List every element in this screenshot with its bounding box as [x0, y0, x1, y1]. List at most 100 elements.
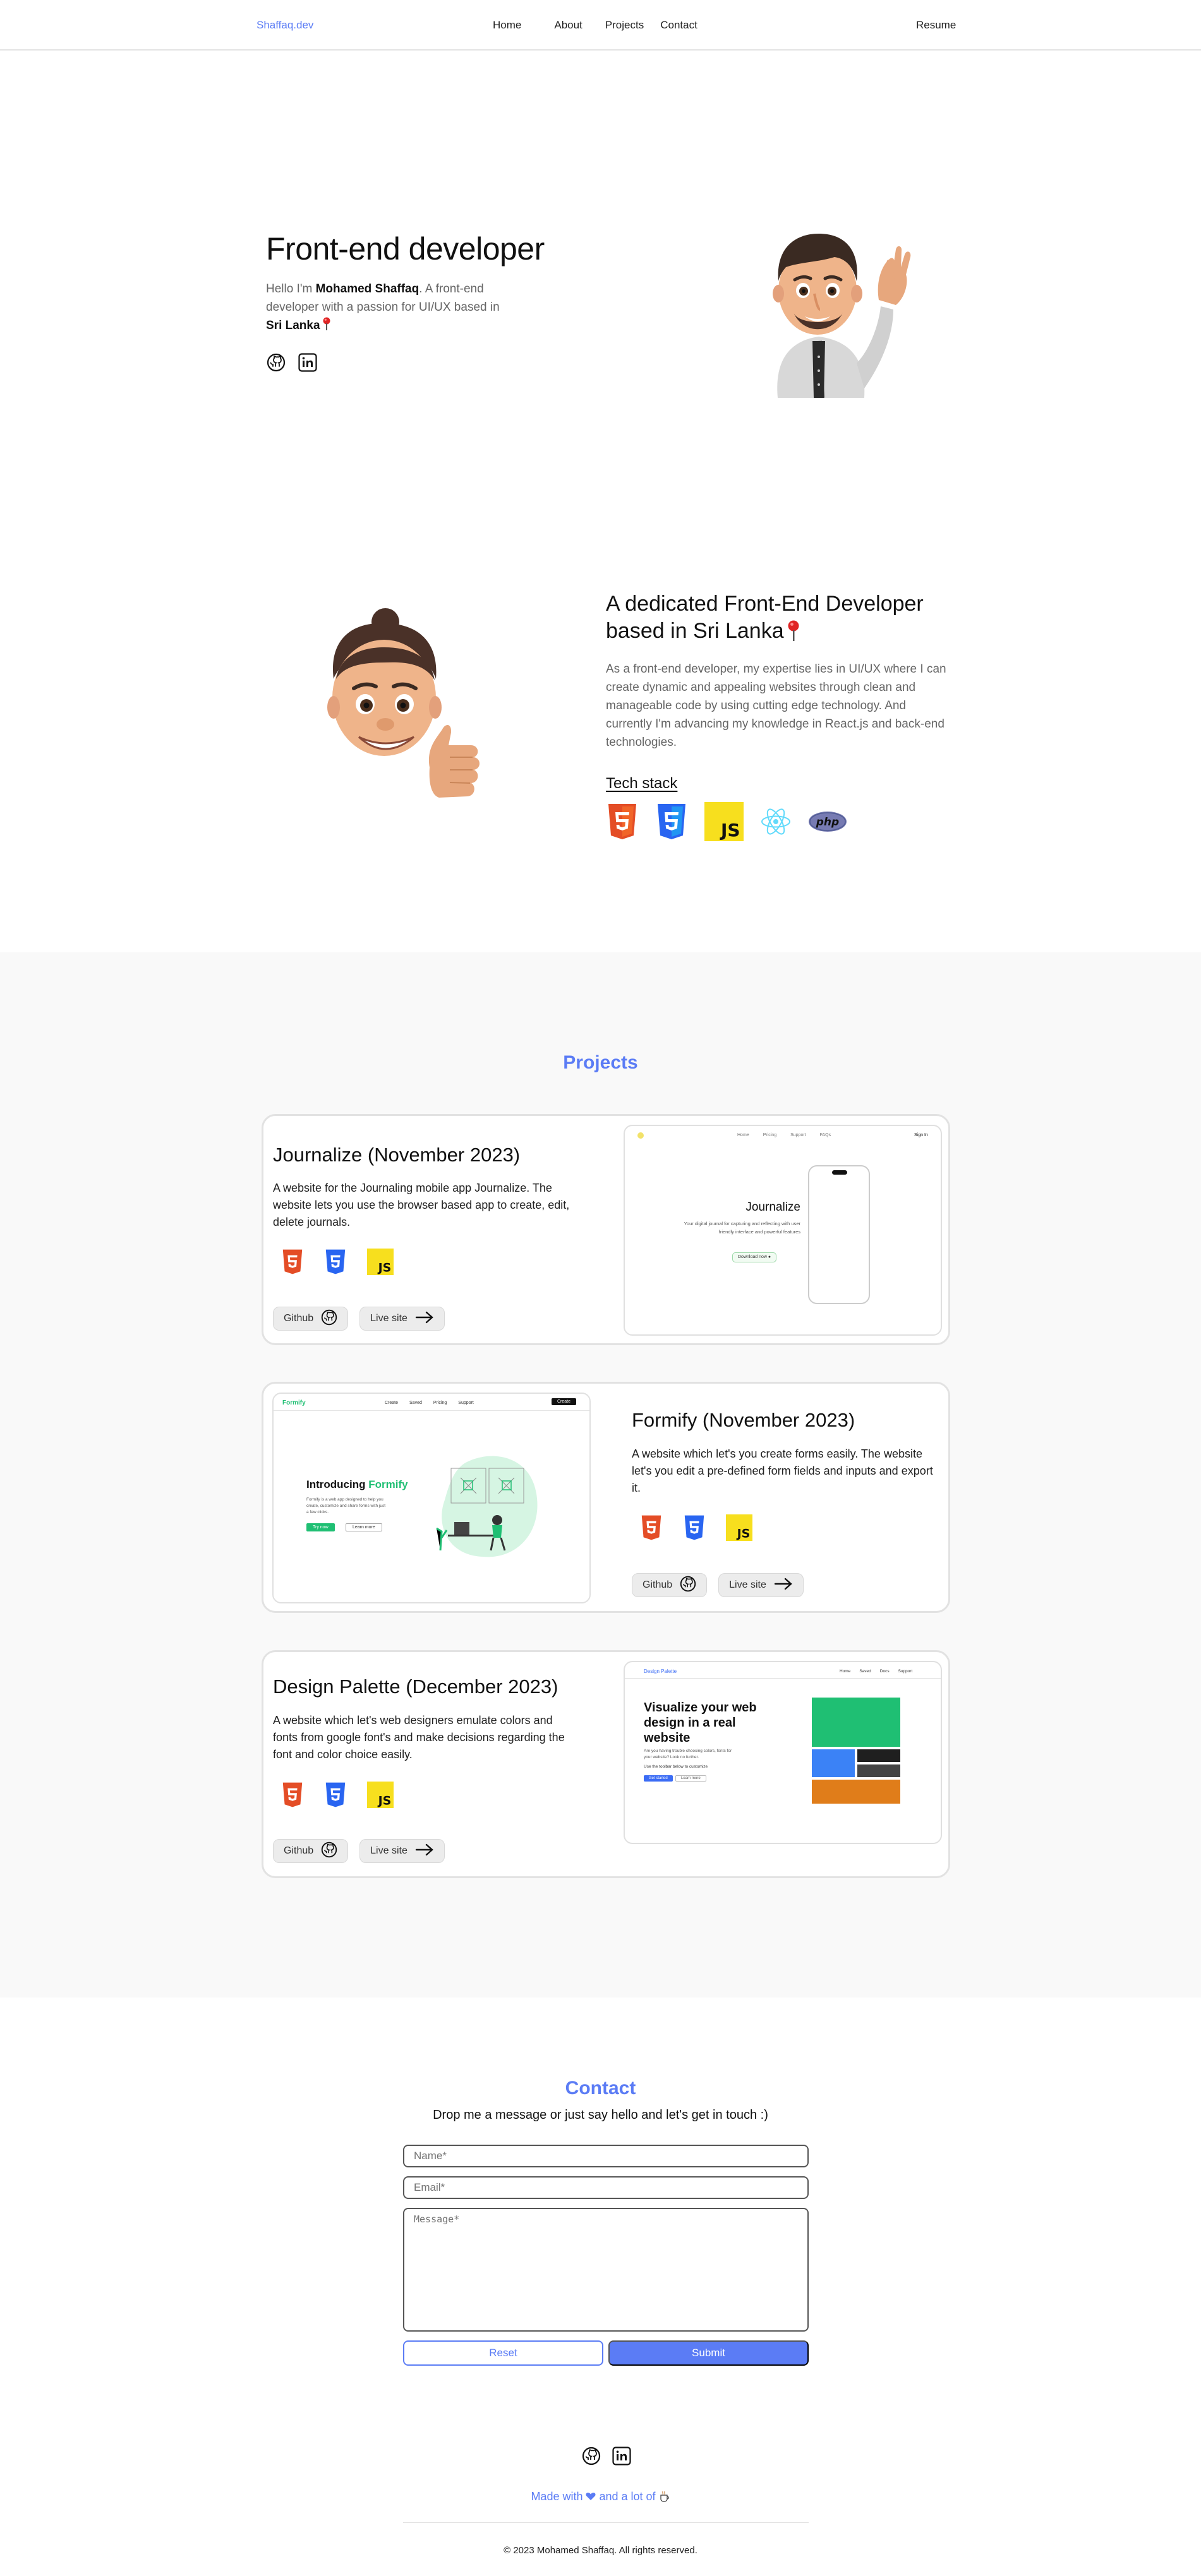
html5-icon [281, 1782, 304, 1811]
hero-location: Sri Lanka [266, 319, 320, 332]
nav-link-projects[interactable]: Projects [605, 19, 644, 32]
nav-link-contact[interactable]: Contact [660, 19, 697, 32]
nav-link-home[interactable]: Home [493, 19, 521, 32]
color-swatch [812, 1698, 900, 1747]
project-title: Journalize (November 2023) [273, 1144, 521, 1166]
pin-icon [323, 317, 330, 337]
project-description: A website which let's you create forms e… [632, 1447, 933, 1494]
footer-social-icons [581, 2446, 632, 2466]
css3-icon [324, 1249, 347, 1278]
color-swatch [812, 1780, 900, 1804]
preview-learn-button: Learn more [346, 1523, 382, 1531]
preview-nav: Home Saved Docs Support [840, 1669, 912, 1674]
css3-icon [683, 1514, 706, 1544]
html5-icon [640, 1514, 663, 1544]
email-input[interactable] [403, 2176, 809, 2199]
submit-button[interactable]: Submit [608, 2340, 809, 2366]
top-navbar: Shaffaq.dev Home About Projects Contact … [0, 0, 1201, 51]
copyright-text: © 2023 Mohamed Shaffaq. All rights reser… [504, 2545, 697, 2556]
arrow-right-icon [774, 1578, 793, 1593]
github-button[interactable]: Github [273, 1307, 349, 1331]
project-tech-icons: JS [281, 1782, 394, 1811]
javascript-icon: JS [726, 1514, 752, 1544]
pin-icon [788, 620, 799, 649]
project-buttons: Github Live site [632, 1573, 804, 1597]
hero-intro: Hello I'm Mohamed Shaffaq. A front-end d… [266, 280, 538, 337]
github-icon[interactable] [581, 2446, 601, 2466]
message-textarea[interactable] [403, 2208, 809, 2332]
preview-nav-item: Saved [859, 1669, 871, 1674]
preview-get-started-button: Get started [644, 1775, 673, 1782]
project-card-journalize: Journalize (November 2023) A website for… [262, 1114, 950, 1345]
project-preview-image: Design Palette Home Saved Docs Support V… [624, 1661, 942, 1844]
preview-color-blocks [812, 1698, 900, 1804]
tech-stack-icons: JS php [606, 802, 847, 844]
javascript-icon: JS [367, 1249, 394, 1278]
preview-nav-item: Support [790, 1133, 806, 1137]
preview-nav-item: Support [898, 1669, 913, 1674]
color-swatch [857, 1749, 900, 1762]
resume-link[interactable]: Resume [916, 19, 956, 32]
project-buttons: Github Live site [273, 1307, 445, 1331]
html5-icon [281, 1249, 304, 1278]
preview-nav-item: Pricing [433, 1401, 447, 1405]
preview-heading: Journalize [745, 1201, 800, 1214]
github-icon[interactable] [266, 352, 286, 373]
about-text: As a front-end developer, my expertise l… [606, 662, 946, 749]
preview-try-button: Try now [306, 1523, 335, 1531]
github-icon [321, 1842, 337, 1861]
live-site-button[interactable]: Live site [718, 1573, 804, 1597]
brand-link[interactable]: Shaffaq.dev [256, 19, 313, 32]
project-description: A website for the Journaling mobile app … [273, 1182, 570, 1228]
github-button[interactable]: Github [632, 1573, 708, 1597]
contact-heading: Contact [565, 2078, 636, 2099]
project-card-formify: Formify Create Saved Pricing Support Cre… [262, 1382, 950, 1613]
project-card-design-palette: Design Palette (December 2023) A website… [262, 1650, 950, 1878]
preview-subtext: Your digital journal for capturing and r… [684, 1221, 800, 1235]
preview-nav-item: Home [737, 1133, 749, 1137]
project-description: A website which let's web designers emul… [273, 1714, 565, 1761]
php-icon: php [808, 811, 847, 836]
preview-heading: Visualize your web design in a real webs… [644, 1701, 757, 1745]
preview-logo-icon [637, 1132, 644, 1139]
thumbs-up-avatar-image [310, 603, 490, 805]
project-tech-icons: JS [281, 1249, 394, 1278]
react-icon [760, 807, 792, 839]
live-site-button[interactable]: Live site [359, 1839, 445, 1863]
project-preview-image: Home Pricing Support FAQs Sign In Journa… [624, 1125, 942, 1336]
preview-nav-item: FAQs [819, 1133, 831, 1137]
html5-icon [606, 803, 639, 844]
preview-create-button: Create [552, 1398, 577, 1405]
css3-icon [324, 1782, 347, 1811]
javascript-icon: JS [704, 802, 744, 844]
project-buttons: Github Live site [273, 1839, 445, 1863]
name-input[interactable] [403, 2145, 809, 2167]
preview-subtext: Formify is a web app designed to help yo… [306, 1497, 385, 1514]
preview-nav: Create Saved Pricing Support [385, 1401, 474, 1405]
color-swatch [812, 1749, 855, 1777]
github-icon [680, 1576, 696, 1595]
preview-subtext-2: Use the toolbar below to customize [644, 1764, 708, 1769]
preview-nav-item: Docs [879, 1669, 890, 1674]
live-site-button[interactable]: Live site [359, 1307, 445, 1331]
preview-brand: Formify [282, 1399, 306, 1406]
project-tech-icons: JS [640, 1514, 752, 1544]
contact-subtitle: Drop me a message or just say hello and … [433, 2108, 768, 2122]
linkedin-icon[interactable] [612, 2446, 632, 2466]
made-with-text: Made with and a lot of [0, 2490, 1201, 2503]
about-title: A dedicated Front-End Developer based in… [606, 590, 947, 649]
preview-nav-item: Create [385, 1401, 399, 1405]
nav-link-about[interactable]: About [554, 19, 582, 32]
github-icon [321, 1309, 337, 1329]
preview-subtext: Are you having trouble choosing colors, … [644, 1749, 732, 1759]
hero-social-icons [266, 352, 318, 373]
waving-avatar-image [724, 205, 914, 398]
color-swatch [857, 1764, 900, 1777]
javascript-icon: JS [367, 1782, 394, 1811]
heart-icon [586, 2490, 596, 2503]
linkedin-icon[interactable] [298, 352, 318, 373]
preview-heading: Introducing Formify [306, 1478, 408, 1490]
reset-button[interactable]: Reset [403, 2340, 603, 2366]
tech-stack-label: Tech stack [606, 775, 678, 792]
github-button[interactable]: Github [273, 1839, 349, 1863]
